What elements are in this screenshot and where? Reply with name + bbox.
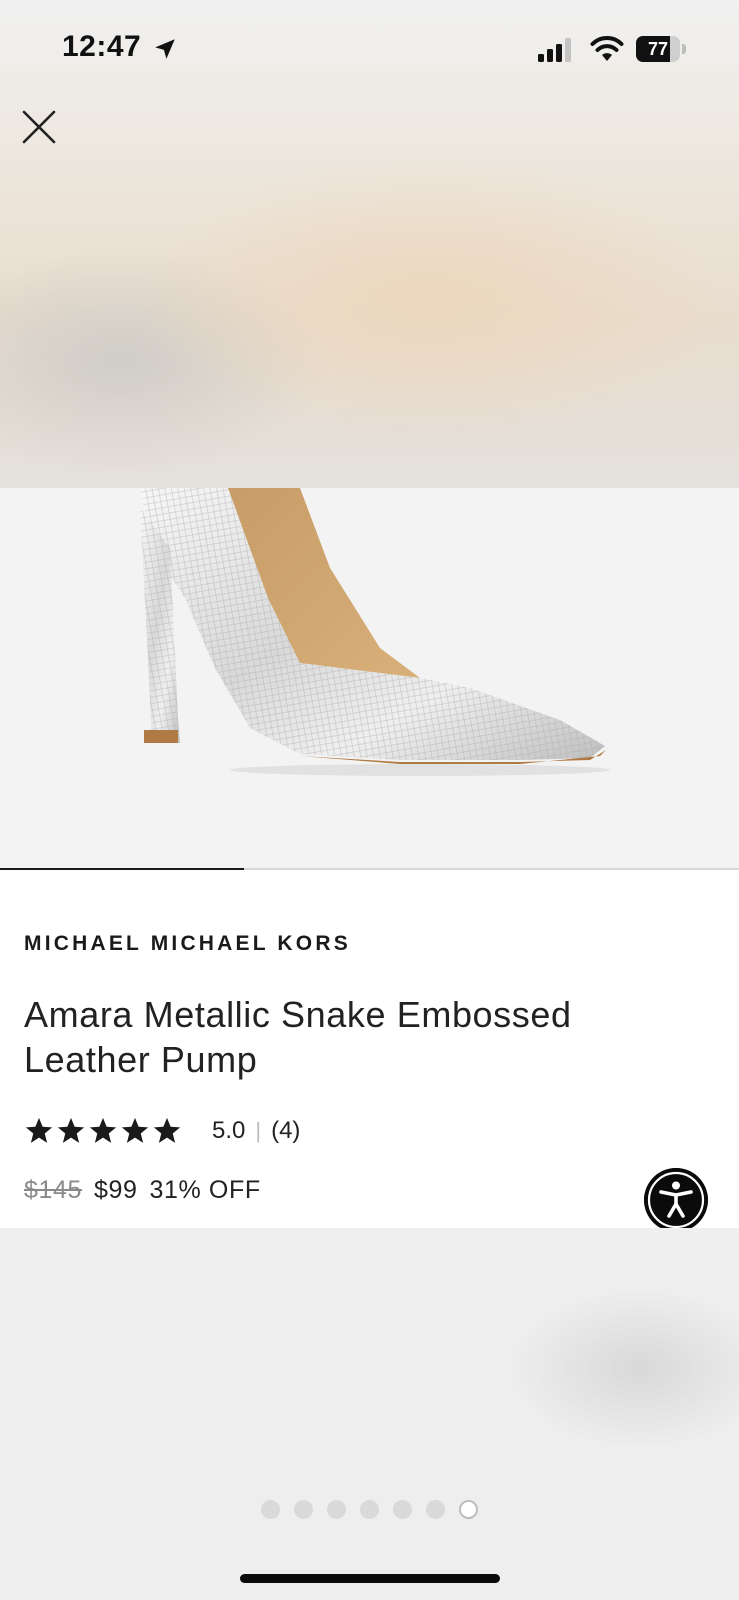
rating-separator: | bbox=[255, 1118, 262, 1143]
status-time: 12:47 bbox=[62, 30, 142, 63]
rating-value: 5.0 bbox=[212, 1117, 246, 1144]
pagination-dot[interactable] bbox=[294, 1500, 313, 1519]
pagination-dot[interactable] bbox=[327, 1500, 346, 1519]
product-photo-shoe bbox=[0, 488, 739, 870]
battery-percentage: 77 bbox=[647, 39, 669, 59]
star-icon bbox=[25, 1117, 53, 1143]
star-icon bbox=[89, 1117, 117, 1143]
rating-stars bbox=[24, 1116, 182, 1146]
pagination-dot[interactable] bbox=[459, 1500, 478, 1519]
lower-background bbox=[0, 1228, 739, 1600]
price-row: $145 $99 31% OFF bbox=[24, 1176, 261, 1205]
battery-tip bbox=[682, 44, 686, 54]
battery-body: 77 bbox=[636, 36, 680, 62]
accessibility-icon[interactable] bbox=[644, 1168, 708, 1232]
discount-label: 31% OFF bbox=[149, 1176, 261, 1204]
pagination-dot[interactable] bbox=[261, 1500, 280, 1519]
rating-row[interactable]: 5.0 | (4) bbox=[24, 1113, 300, 1149]
home-indicator[interactable] bbox=[240, 1574, 500, 1583]
close-icon[interactable] bbox=[18, 106, 60, 148]
battery-indicator: 77 bbox=[636, 36, 686, 62]
sale-price: $99 bbox=[94, 1176, 138, 1204]
review-count[interactable]: (4) bbox=[271, 1117, 300, 1145]
star-icon bbox=[121, 1117, 149, 1143]
original-price: $145 bbox=[24, 1176, 83, 1204]
pagination-dot[interactable] bbox=[426, 1500, 445, 1519]
product-title: Amara Metallic Snake Embossed Leather Pu… bbox=[24, 994, 572, 1080]
star-icon bbox=[57, 1117, 85, 1143]
cellular-signal-icon bbox=[538, 38, 571, 62]
pagination-dot[interactable] bbox=[393, 1500, 412, 1519]
wifi-icon bbox=[590, 36, 624, 61]
pagination-dot[interactable] bbox=[360, 1500, 379, 1519]
product-image-carousel[interactable] bbox=[0, 488, 739, 870]
star-icon bbox=[153, 1117, 181, 1143]
carousel-pagination-dots bbox=[0, 1500, 739, 1522]
status-bar: 12:47 77 bbox=[0, 0, 739, 100]
brand-name[interactable]: MICHAEL MICHAEL KORS bbox=[24, 932, 351, 956]
location-arrow-icon bbox=[155, 39, 175, 59]
product-info-panel: MICHAEL MICHAEL KORS Amara Metallic Snak… bbox=[0, 870, 739, 1232]
